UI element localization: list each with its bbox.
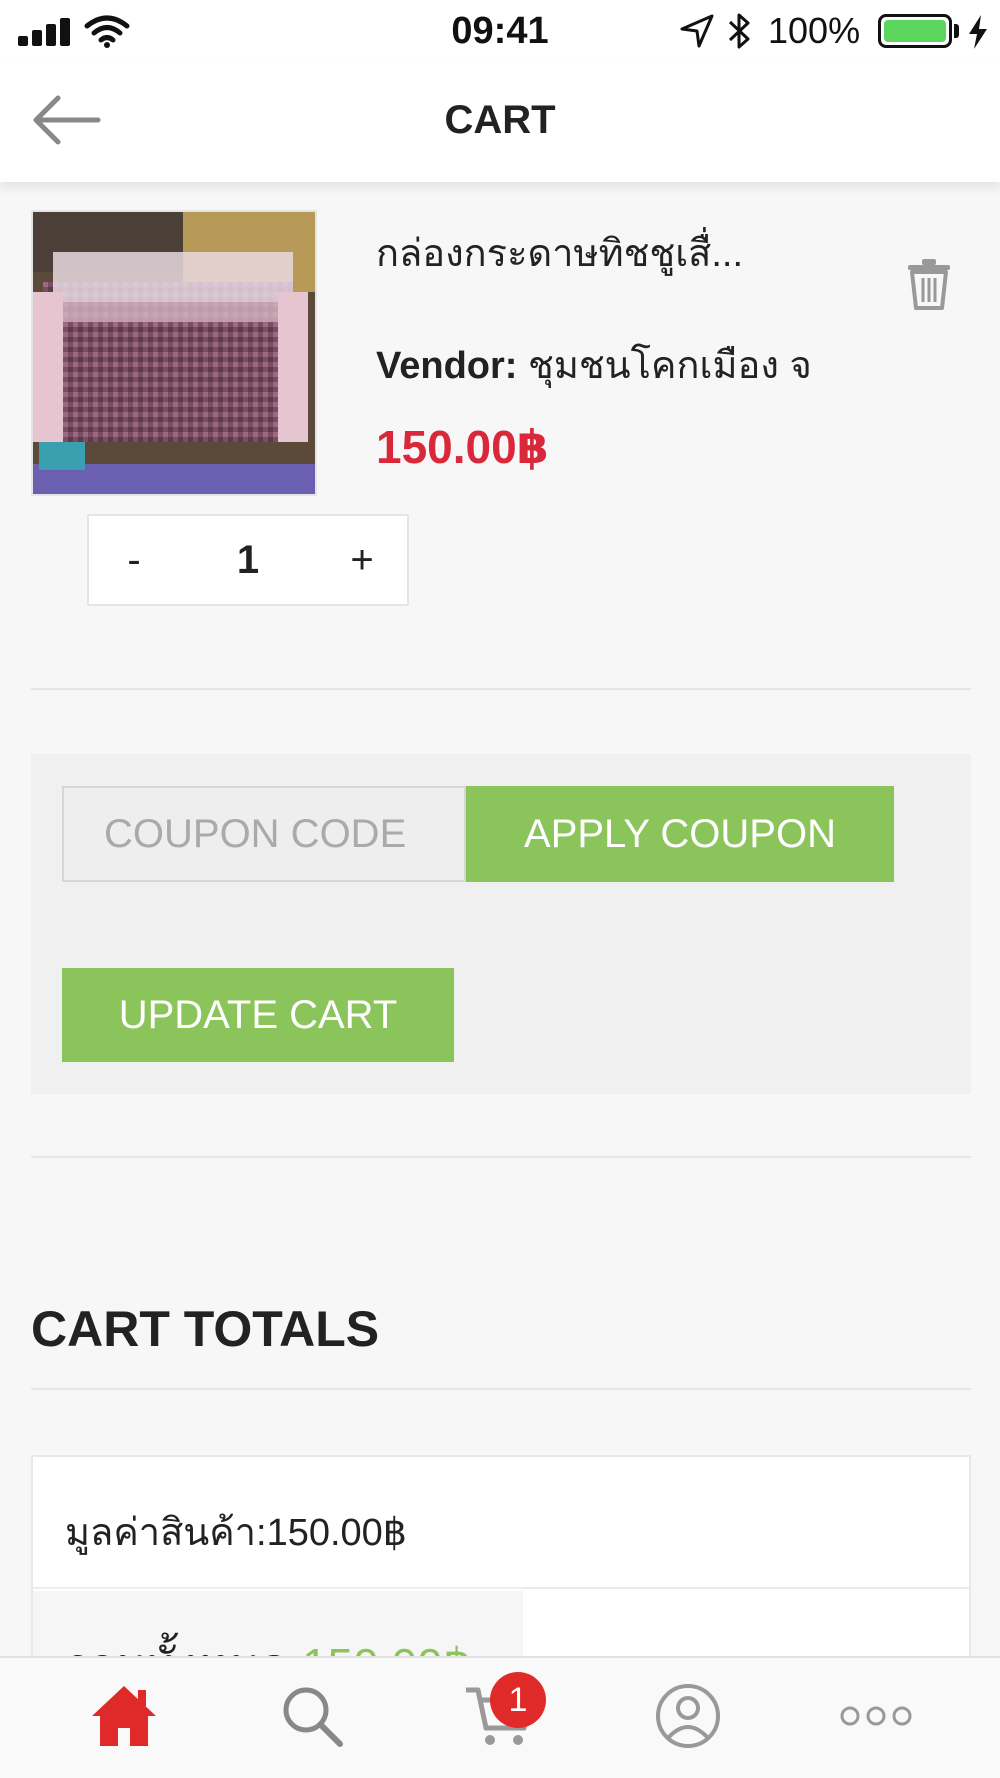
status-bar: 09:41 100%	[0, 0, 1000, 62]
product-vendor: Vendor: ชุมชนโคกเมือง จ	[376, 334, 812, 395]
search-icon[interactable]	[272, 1676, 352, 1756]
battery-percentage: 100%	[768, 10, 861, 51]
quantity-stepper: - 1 +	[87, 514, 409, 606]
divider	[31, 1156, 971, 1158]
quantity-increment-button[interactable]: +	[317, 516, 407, 604]
home-icon[interactable]	[84, 1676, 164, 1756]
more-icon[interactable]	[836, 1676, 916, 1756]
profile-icon[interactable]	[648, 1676, 728, 1756]
product-image[interactable]	[31, 210, 317, 496]
battery-tip	[954, 24, 959, 38]
vendor-name: ชุมชนโคกเมือง จ	[528, 345, 812, 387]
divider	[31, 1388, 971, 1390]
page-title: CART	[444, 98, 556, 142]
nav-bar: CART	[0, 62, 1000, 182]
battery-icon	[878, 14, 952, 48]
product-name[interactable]: กล่องกระดาษทิชชูเสื่...	[376, 222, 743, 283]
update-cart-button[interactable]: UPDATE CART	[62, 968, 454, 1062]
coupon-code-input[interactable]: COUPON CODE	[62, 786, 466, 882]
divider	[31, 688, 971, 690]
apply-coupon-button[interactable]: APPLY COUPON	[466, 786, 894, 882]
cart-totals-heading: CART TOTALS	[31, 1301, 380, 1357]
cart-count-badge: 1	[490, 1672, 546, 1728]
product-price: 150.00฿	[376, 421, 549, 473]
product-photo	[33, 212, 315, 494]
bluetooth-icon	[728, 13, 750, 49]
quantity-value[interactable]: 1	[179, 516, 317, 604]
vendor-label: Vendor:	[376, 345, 518, 387]
subtotal-value: 150.00฿	[266, 1512, 407, 1554]
location-arrow-icon	[680, 14, 714, 48]
trash-icon[interactable]	[906, 258, 952, 310]
subtotal-row: มูลค่าสินค้า:150.00฿	[33, 1457, 969, 1589]
subtotal-label: มูลค่าสินค้า:	[65, 1512, 267, 1554]
quantity-decrement-button[interactable]: -	[89, 516, 179, 604]
charging-icon	[969, 15, 987, 49]
